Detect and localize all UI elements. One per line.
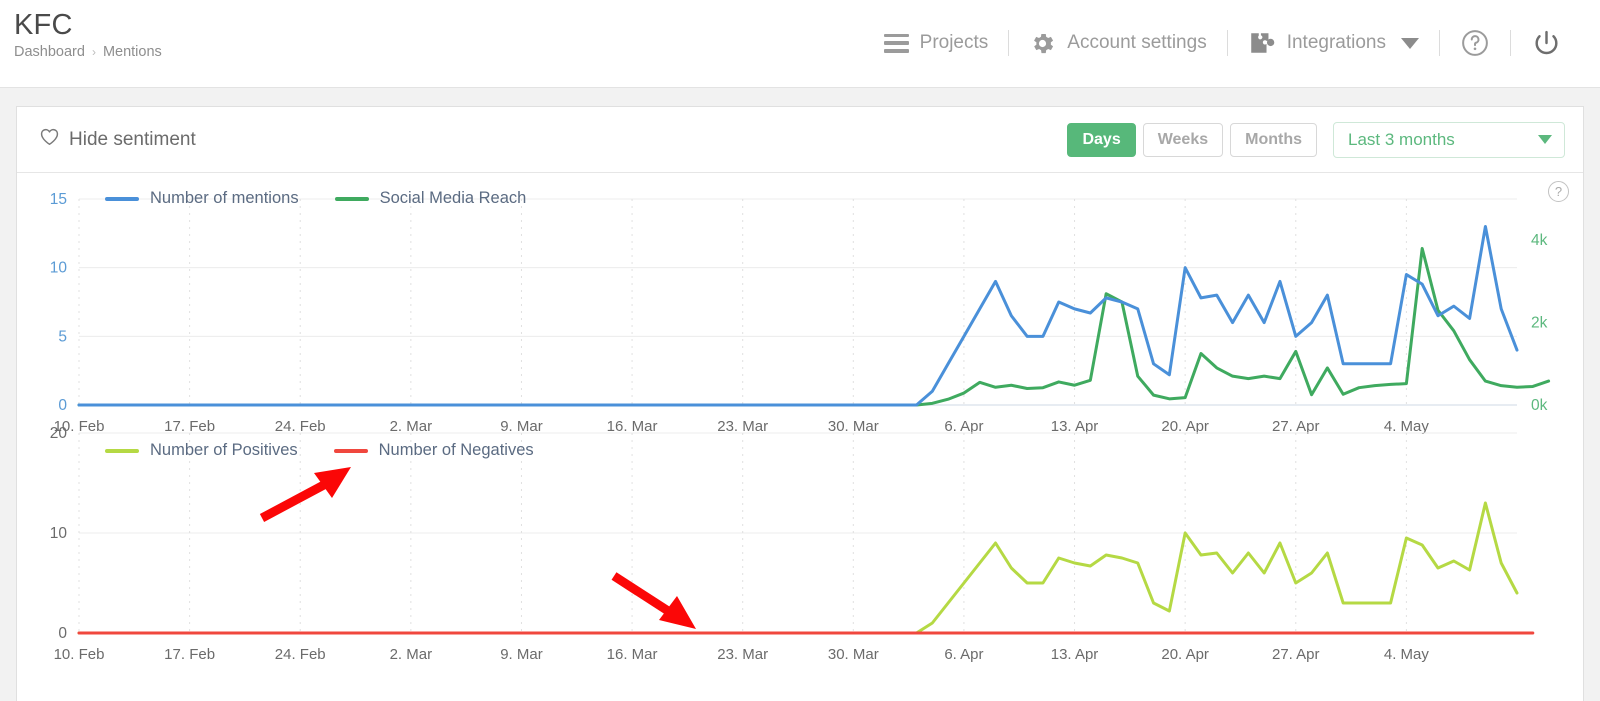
power-icon xyxy=(1531,28,1562,59)
chart-help-icon[interactable]: ? xyxy=(1548,181,1569,202)
legend-item-positives[interactable]: Number of Positives xyxy=(105,441,298,460)
heart-outline-icon xyxy=(39,127,60,152)
svg-text:10. Feb: 10. Feb xyxy=(54,646,105,663)
granularity-months-button[interactable]: Months xyxy=(1230,123,1317,157)
hide-sentiment-label: Hide sentiment xyxy=(69,129,196,151)
nav-item-integrations[interactable]: Integrations xyxy=(1228,30,1439,56)
nav-item-account-settings-label: Account settings xyxy=(1067,32,1206,54)
hide-sentiment-toggle[interactable]: Hide sentiment xyxy=(39,127,196,152)
chart-top-series xyxy=(79,226,1549,405)
legend-positives-negatives: Number of Positives Number of Negatives xyxy=(105,441,534,460)
nav-item-projects-label: Projects xyxy=(920,32,989,54)
charts-container: ? Number of mentions Social Media Reach … xyxy=(17,173,1583,701)
svg-text:9. Mar: 9. Mar xyxy=(500,646,543,663)
nav-item-integrations-label: Integrations xyxy=(1287,32,1386,54)
svg-text:2. Mar: 2. Mar xyxy=(390,646,433,663)
red-arrow-up-right xyxy=(262,467,351,518)
chart-toolbar: Hide sentiment Days Weeks Months Last 3 … xyxy=(17,107,1583,173)
date-range-select[interactable]: Last 3 months xyxy=(1333,122,1565,158)
breadcrumb-current[interactable]: Mentions xyxy=(103,44,162,60)
svg-text:27. Apr: 27. Apr xyxy=(1272,418,1320,435)
svg-text:4. May: 4. May xyxy=(1384,418,1430,435)
brand-block: KFC Dashboard › Mentions xyxy=(14,8,162,60)
breadcrumb-root[interactable]: Dashboard xyxy=(14,44,85,60)
charts-svg: 0 5 10 15 0k 2k 4k 10. Feb 17. Feb 24. Feb 2. Mar… xyxy=(17,173,1583,701)
page-body: Hide sentiment Days Weeks Months Last 3 … xyxy=(0,88,1600,701)
chart-top-x-axis: 10. Feb17. Feb24. Feb2. Mar9. Mar16. Mar… xyxy=(54,199,1517,435)
nav-item-help[interactable] xyxy=(1440,28,1510,58)
svg-text:0: 0 xyxy=(58,397,67,414)
legend-swatch-negatives xyxy=(334,449,368,453)
svg-text:30. Mar: 30. Mar xyxy=(828,418,879,435)
chart-bottom-x-axis: 10. Feb 17. Feb 24. Feb 2. Mar 9. Mar 16. Mar… xyxy=(54,433,1517,663)
svg-text:16. Mar: 16. Mar xyxy=(607,418,658,435)
app-header: KFC Dashboard › Mentions Projects Accoun… xyxy=(0,0,1600,88)
red-arrow-down-right xyxy=(614,576,696,629)
legend-item-negatives[interactable]: Number of Negatives xyxy=(334,441,534,460)
hamburger-icon xyxy=(884,34,909,53)
svg-text:24. Feb: 24. Feb xyxy=(275,646,326,663)
svg-text:20. Apr: 20. Apr xyxy=(1161,418,1209,435)
svg-text:5: 5 xyxy=(58,328,67,345)
svg-text:13. Apr: 13. Apr xyxy=(1051,646,1099,663)
svg-text:16. Mar: 16. Mar xyxy=(607,646,658,663)
svg-text:0: 0 xyxy=(58,625,67,642)
nav-item-projects[interactable]: Projects xyxy=(864,32,1009,54)
legend-swatch-positives xyxy=(105,449,139,453)
page-title: KFC xyxy=(14,8,162,42)
chevron-down-icon[interactable] xyxy=(1401,38,1419,49)
svg-text:17. Feb: 17. Feb xyxy=(164,646,215,663)
svg-text:10: 10 xyxy=(50,260,68,277)
legend-swatch-mentions xyxy=(105,197,139,201)
svg-text:13. Apr: 13. Apr xyxy=(1051,418,1099,435)
svg-text:23. Mar: 23. Mar xyxy=(717,646,768,663)
nav-item-account-settings[interactable]: Account settings xyxy=(1009,30,1226,57)
top-navigation: Projects Account settings Integrations xyxy=(864,20,1582,66)
svg-text:20: 20 xyxy=(50,425,68,442)
svg-text:4k: 4k xyxy=(1531,232,1548,249)
svg-text:9. Mar: 9. Mar xyxy=(500,418,543,435)
legend-item-reach[interactable]: Social Media Reach xyxy=(335,189,527,208)
legend-swatch-reach xyxy=(335,197,369,201)
svg-text:10: 10 xyxy=(50,525,68,542)
svg-text:6. Apr: 6. Apr xyxy=(944,646,983,663)
svg-text:17. Feb: 17. Feb xyxy=(164,418,215,435)
chart-controls: Days Weeks Months Last 3 months xyxy=(1067,122,1565,158)
breadcrumb-separator-icon: › xyxy=(92,45,96,59)
svg-text:15: 15 xyxy=(50,191,67,208)
svg-text:30. Mar: 30. Mar xyxy=(828,646,879,663)
legend-label-reach: Social Media Reach xyxy=(380,189,527,208)
svg-text:4. May: 4. May xyxy=(1384,646,1430,663)
chevron-down-icon xyxy=(1538,135,1552,144)
svg-text:27. Apr: 27. Apr xyxy=(1272,646,1320,663)
legend-label-negatives: Number of Negatives xyxy=(379,441,534,460)
date-range-value: Last 3 months xyxy=(1348,130,1455,150)
granularity-weeks-button[interactable]: Weeks xyxy=(1143,123,1223,157)
legend-item-mentions[interactable]: Number of mentions xyxy=(105,189,299,208)
legend-label-mentions: Number of mentions xyxy=(150,189,299,208)
svg-text:2k: 2k xyxy=(1531,315,1548,332)
gear-icon xyxy=(1029,30,1056,57)
help-circle-icon xyxy=(1460,28,1490,58)
breadcrumb: Dashboard › Mentions xyxy=(14,44,162,60)
legend-mentions-reach: Number of mentions Social Media Reach xyxy=(105,189,526,208)
nav-item-logout[interactable] xyxy=(1511,28,1582,59)
svg-text:6. Apr: 6. Apr xyxy=(944,418,983,435)
legend-label-positives: Number of Positives xyxy=(150,441,298,460)
svg-text:0k: 0k xyxy=(1531,397,1548,414)
svg-text:2. Mar: 2. Mar xyxy=(390,418,433,435)
chart-bottom-series xyxy=(79,503,1533,633)
svg-text:23. Mar: 23. Mar xyxy=(717,418,768,435)
svg-text:20. Apr: 20. Apr xyxy=(1161,646,1209,663)
mentions-chart-card: Hide sentiment Days Weeks Months Last 3 … xyxy=(16,106,1584,701)
granularity-days-button[interactable]: Days xyxy=(1067,123,1135,157)
puzzle-icon xyxy=(1248,30,1276,56)
svg-text:24. Feb: 24. Feb xyxy=(275,418,326,435)
